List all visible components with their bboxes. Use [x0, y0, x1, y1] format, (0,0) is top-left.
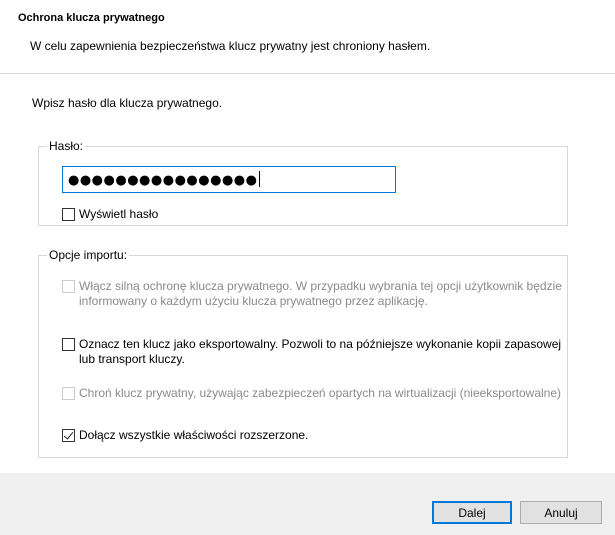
- cancel-button[interactable]: Anuluj: [520, 501, 602, 524]
- password-input[interactable]: ●●●●●●●●●●●●●●●●: [62, 166, 396, 193]
- virtualization-protection-checkbox: [62, 387, 75, 400]
- strong-protection-checkbox: [62, 280, 75, 293]
- text-caret: [258, 171, 260, 187]
- mark-exportable-option[interactable]: Oznacz ten klucz jako eksportowalny. Poz…: [62, 337, 569, 367]
- import-options-legend: Opcje importu:: [49, 248, 128, 262]
- virtualization-protection-label: Chroń klucz prywatny, używając zabezpiec…: [79, 386, 561, 400]
- password-prompt: Wpisz hasło dla klucza prywatnego.: [32, 96, 223, 110]
- mark-exportable-checkbox[interactable]: [62, 338, 75, 351]
- show-password-label: Wyświetl hasło: [79, 207, 159, 221]
- show-password-option[interactable]: Wyświetl hasło: [62, 207, 569, 222]
- page-subtitle: W celu zapewnienia bezpieczeństwa klucz …: [30, 39, 431, 53]
- password-masked-value: ●●●●●●●●●●●●●●●●: [68, 173, 258, 188]
- include-extended-properties-option[interactable]: Dołącz wszystkie właściwości rozszerzone…: [62, 428, 569, 443]
- strong-protection-option: Włącz silną ochronę klucza prywatnego. W…: [62, 279, 569, 309]
- password-group-legend: Hasło:: [49, 139, 84, 153]
- include-extended-properties-label: Dołącz wszystkie właściwości rozszerzone…: [79, 428, 309, 442]
- page-title: Ochrona klucza prywatnego: [18, 12, 165, 24]
- header-divider: [0, 73, 615, 74]
- virtualization-protection-option: Chroń klucz prywatny, używając zabezpiec…: [62, 386, 569, 401]
- next-button[interactable]: Dalej: [432, 501, 512, 524]
- certificate-import-wizard-page: Ochrona klucza prywatnego W celu zapewni…: [0, 0, 615, 535]
- strong-protection-label: Włącz silną ochronę klucza prywatnego. W…: [79, 279, 562, 308]
- include-extended-properties-checkbox[interactable]: [62, 429, 75, 442]
- mark-exportable-label: Oznacz ten klucz jako eksportowalny. Poz…: [79, 337, 562, 366]
- show-password-checkbox[interactable]: [62, 208, 75, 221]
